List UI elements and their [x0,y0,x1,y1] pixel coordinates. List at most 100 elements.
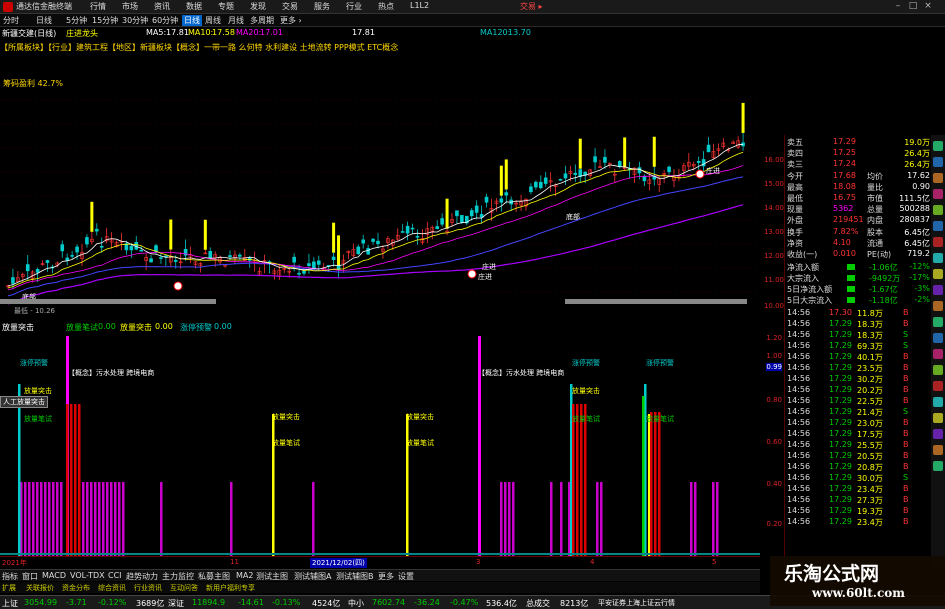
tab-cci[interactable]: CCI [108,571,122,580]
menu-item-industry[interactable]: 行业 [346,1,362,12]
candle-body [558,178,563,181]
tab2-extend[interactable]: 扩展 [2,583,16,593]
tab2-fund[interactable]: 资金分布 [62,583,90,593]
sidebar-icon[interactable] [933,461,943,471]
tab-window[interactable]: 窗口 [22,571,38,582]
period-60m[interactable]: 60分钟 [152,15,178,26]
concept-tags[interactable]: 【所属板块】【行业】建筑工程【地区】新疆板块【概念】一带一路 么何特 水利建设 … [0,42,760,54]
period-15m[interactable]: 15分钟 [92,15,118,26]
tick-price: 17.29 [829,407,852,416]
candlestick-chart[interactable] [0,56,760,320]
candle-body [45,260,50,263]
candle-body [435,226,440,229]
sidebar-icon[interactable] [933,397,943,407]
flow-pct: -3% [914,284,930,293]
tab2-qa[interactable]: 互动问答 [170,583,198,593]
tab-settings[interactable]: 设置 [398,571,414,582]
menu-item-topic[interactable]: 专题 [218,1,234,12]
period-1m[interactable]: 日线 [36,15,52,26]
sidebar-icon[interactable] [933,429,943,439]
period-day[interactable]: 日线 [182,15,202,26]
sidebar-icon[interactable] [933,205,943,215]
sidebar-icon[interactable] [933,349,943,359]
quote-label: 卖三 [787,160,803,169]
zx-label[interactable]: 中小 [348,598,364,609]
menu-item-service[interactable]: 服务 [314,1,330,12]
quote-row: 卖四 17.25 26.4万 [785,148,932,158]
period-month[interactable]: 月线 [228,15,244,26]
price-tick: 11.00 [763,276,784,284]
watermark-title: 乐淘公式网 [784,563,880,585]
period-week[interactable]: 周线 [205,15,221,26]
tab-private[interactable]: 私募主图 [198,571,230,582]
sidebar-icon[interactable] [933,221,943,231]
tab-indicator[interactable]: 指标 [2,571,18,582]
indicator-name[interactable]: 庄进龙头 [66,28,98,39]
sidebar-icon[interactable] [933,333,943,343]
tab-monitor[interactable]: 主力监控 [162,571,194,582]
candle-body [297,272,301,275]
indicator-bar [572,404,575,556]
period-5m[interactable]: 5分钟 [66,15,87,26]
sidebar-icon[interactable] [933,157,943,167]
sidebar-icon[interactable] [933,365,943,375]
tab-test-a[interactable]: 测试辅图A [294,571,331,582]
sidebar-icon[interactable] [933,253,943,263]
tick-row: 14:56 17.29 17.5万 B [785,429,932,440]
sidebar-icon[interactable] [933,381,943,391]
period-more[interactable]: 更多 › [280,15,302,26]
period-multi[interactable]: 多周期 [250,15,274,26]
sidebar-icon[interactable] [933,173,943,183]
sidebar-icon[interactable] [933,237,943,247]
menu-item-discover[interactable]: 发现 [250,1,266,12]
candle-body [484,196,489,203]
sidebar-icon[interactable] [933,301,943,311]
tab-test-main[interactable]: 测试主图 [256,571,288,582]
tab-test-b[interactable]: 测试辅图B [336,571,374,582]
tab2-welfare[interactable]: 新用户福利专享 [206,583,255,593]
broker-trade-link[interactable]: 交易 ▸ [520,1,543,12]
sz-label[interactable]: 深证 [168,598,184,609]
minimize-icon[interactable]: – [892,1,904,12]
menu-item-hq[interactable]: 行情 [90,1,106,12]
quote-label-2: 流通 [867,239,883,248]
indicator-bar [650,412,653,556]
sidebar-icon[interactable] [933,269,943,279]
tick-price: 17.29 [829,462,852,471]
ind-v1-value: 0.00 [98,322,116,331]
menu-item-data[interactable]: 数据 [186,1,202,12]
ma-other-value: 17.81 [352,28,375,37]
signal-bar [203,219,207,250]
period-tick[interactable]: 分时 [3,15,19,26]
sidebar-icon[interactable] [933,413,943,423]
tab2-news[interactable]: 综合资讯 [98,583,126,593]
menu-item-market[interactable]: 市场 [122,1,138,12]
sidebar-icon[interactable] [933,285,943,295]
tab-ma2[interactable]: MA2 [236,571,253,580]
sh-label[interactable]: 上证 [2,598,18,609]
tab-macd[interactable]: MACD [42,571,66,580]
period-30m[interactable]: 30分钟 [122,15,148,26]
tab2-industry-news[interactable]: 行业资讯 [134,583,162,593]
menu-item-trade[interactable]: 交易 [282,1,298,12]
quote-value: 17.25 [833,148,856,157]
tab-trend[interactable]: 趋势动力 [126,571,158,582]
tab-more[interactable]: 更多 [378,571,394,582]
quote-row: 卖五 17.29 19.0万 [785,137,932,147]
maximize-icon[interactable]: □ [907,1,919,12]
indicator-bar [406,414,409,556]
indicator-name-label[interactable]: 放量突击 [2,322,34,333]
indicator-bar [90,482,93,556]
menu-item-l1l2[interactable]: L1L2 [410,1,429,10]
sidebar-icon[interactable] [933,445,943,455]
menu-item-hot[interactable]: 热点 [378,1,394,12]
sidebar-icon[interactable] [933,189,943,199]
candle-body [25,264,30,272]
candle-body [415,235,420,238]
menu-item-news[interactable]: 资讯 [154,1,170,12]
sidebar-icon[interactable] [933,317,943,327]
tab2-related[interactable]: 关联报价 [26,583,54,593]
tab-vol[interactable]: VOL-TDX [70,571,105,580]
close-icon[interactable]: × [922,1,934,12]
sidebar-icon[interactable] [933,141,943,151]
